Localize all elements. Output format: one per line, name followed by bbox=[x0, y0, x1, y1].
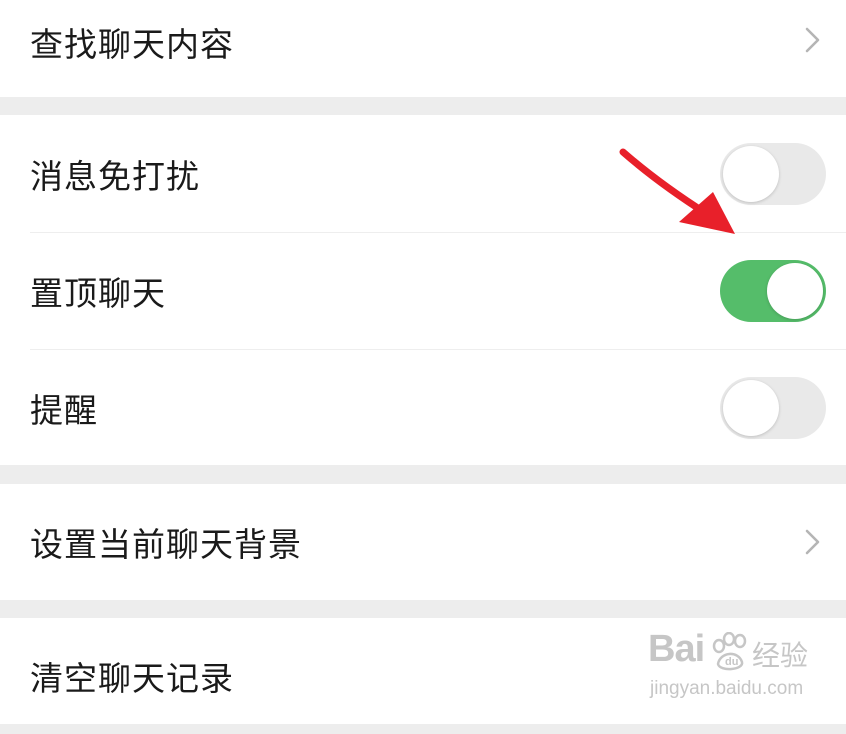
section-background: 设置当前聊天背景 bbox=[0, 484, 846, 600]
section-search: 查找聊天内容 bbox=[0, 0, 846, 97]
paw-icon: du bbox=[712, 632, 747, 671]
watermark-suffix: 经验 bbox=[752, 639, 809, 672]
svg-text:du: du bbox=[725, 656, 738, 668]
sticky-toggle[interactable] bbox=[720, 260, 826, 322]
background-row[interactable]: 设置当前聊天背景 bbox=[0, 484, 846, 600]
mute-label: 消息免打扰 bbox=[30, 156, 200, 196]
search-chat-row[interactable]: 查找聊天内容 bbox=[0, 0, 846, 97]
chevron-right-icon bbox=[805, 27, 820, 53]
background-label: 设置当前聊天背景 bbox=[30, 525, 302, 564]
search-chat-label: 查找聊天内容 bbox=[30, 24, 234, 64]
sticky-label: 置顶聊天 bbox=[30, 274, 166, 313]
toggle-knob bbox=[767, 263, 823, 319]
remind-row: 提醒 bbox=[0, 350, 846, 465]
clear-label: 清空聊天记录 bbox=[30, 659, 234, 698]
watermark: Bai du 经验 jingyan.baidu.com bbox=[648, 628, 808, 708]
toggle-knob bbox=[723, 380, 779, 436]
watermark-brand: Bai bbox=[648, 628, 705, 670]
watermark-url: jingyan.baidu.com bbox=[650, 678, 804, 699]
red-arrow-icon bbox=[619, 148, 735, 234]
chevron-right-icon bbox=[805, 529, 820, 555]
remind-label: 提醒 bbox=[30, 390, 98, 430]
remind-toggle[interactable] bbox=[720, 377, 826, 439]
sticky-row: 置顶聊天 bbox=[0, 233, 846, 349]
